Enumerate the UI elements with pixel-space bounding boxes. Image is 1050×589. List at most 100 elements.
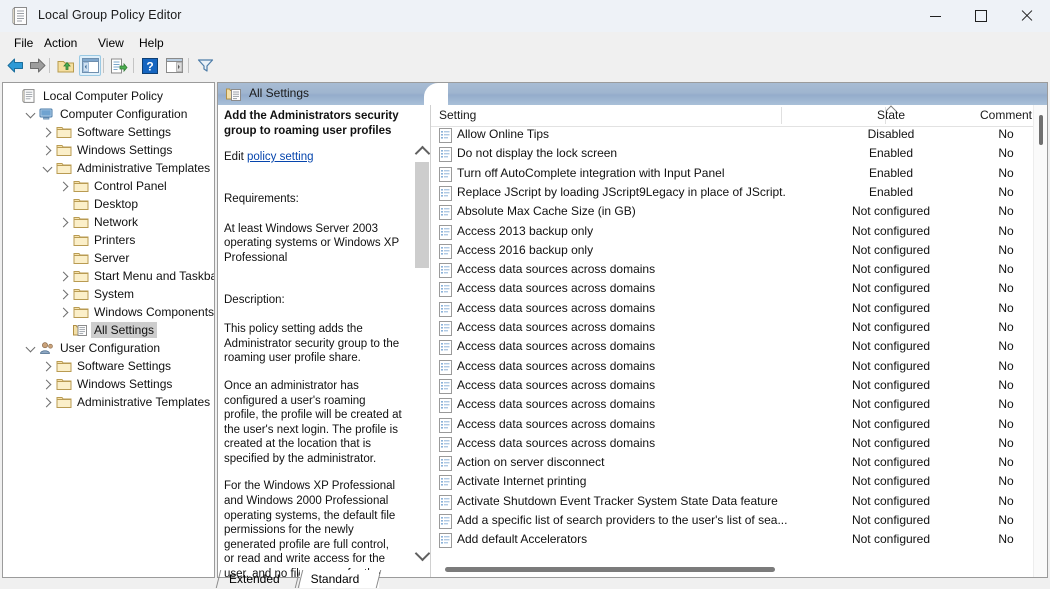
tree-item-label: User Configuration [60, 341, 161, 355]
list-vertical-scrollbar[interactable] [1033, 105, 1047, 577]
console-tree-panel[interactable]: Local Computer Policy Computer Configurat… [2, 82, 215, 578]
tree-item[interactable]: User Configuration [3, 339, 214, 357]
tree-item[interactable]: Network [3, 213, 214, 231]
table-row[interactable]: Replace JScript by loading JScript9Legac… [431, 184, 1047, 203]
menu-item-view[interactable]: View [92, 35, 130, 51]
tab-extended[interactable]: Extended [215, 570, 300, 588]
table-row[interactable]: Access 2016 backup only Not configured No [431, 242, 1047, 261]
chevron-right-icon[interactable] [39, 393, 55, 411]
chevron-right-icon[interactable] [56, 267, 72, 285]
menu-item-action[interactable]: Action [38, 35, 83, 51]
tree-item[interactable]: Windows Components [3, 303, 215, 321]
tree-item[interactable]: Administrative Templates [3, 393, 214, 411]
table-row[interactable]: Activate Shutdown Event Tracker System S… [431, 493, 1047, 512]
table-row[interactable]: Access data sources across domains Not co… [431, 261, 1047, 280]
table-row[interactable]: Turn off AutoComplete integration with I… [431, 165, 1047, 184]
chevron-right-icon[interactable] [39, 357, 55, 375]
maximize-button[interactable] [958, 0, 1004, 32]
column-header-setting[interactable]: Setting [439, 105, 476, 126]
help-button[interactable]: ? [139, 55, 161, 76]
close-button[interactable] [1004, 0, 1050, 32]
minimize-icon [929, 15, 941, 17]
chevron-down-icon[interactable] [22, 105, 38, 123]
column-divider[interactable] [781, 107, 782, 124]
folder-icon [73, 289, 89, 300]
table-row[interactable]: Absolute Max Cache Size (in GB) Not confi… [431, 203, 1047, 222]
table-row[interactable]: Action on server disconnect Not configure… [431, 454, 1047, 473]
tree-item[interactable]: All Settings [3, 321, 214, 339]
table-row[interactable]: Access data sources across domains Not co… [431, 416, 1047, 435]
chevron-right-icon[interactable] [39, 123, 55, 141]
table-row[interactable]: Access data sources across domains Not co… [431, 377, 1047, 396]
tree-item[interactable]: Printers [3, 231, 214, 249]
tree-item[interactable]: Windows Settings [3, 375, 214, 393]
table-row[interactable]: Allow Online Tips Disabled No [431, 126, 1047, 145]
table-row[interactable]: Access data sources across domains Not co… [431, 358, 1047, 377]
tree-item[interactable]: Start Menu and Taskbar [3, 267, 214, 285]
table-row[interactable]: Access data sources across domains Not co… [431, 338, 1047, 357]
action-pane-icon [165, 58, 183, 73]
tab-standard[interactable]: Standard [297, 570, 382, 588]
list-horizontal-scrollbar[interactable] [431, 562, 1047, 577]
description-scrollbar[interactable] [414, 143, 430, 577]
table-row[interactable]: Access 2013 backup only Not configured No [431, 223, 1047, 242]
filter-button[interactable] [194, 55, 216, 76]
up-one-level-button[interactable] [55, 55, 77, 76]
export-list-button[interactable] [108, 55, 130, 76]
scroll-down-button[interactable] [414, 545, 430, 563]
menu-item-file[interactable]: File [8, 35, 39, 51]
tree-item[interactable]: Computer Configuration [3, 105, 214, 123]
scrollbar-thumb[interactable] [445, 567, 775, 572]
chevron-right-icon[interactable] [56, 285, 72, 303]
chevron-right-icon[interactable] [56, 213, 72, 231]
tree-item[interactable]: Windows Settings [3, 141, 214, 159]
chevron-right-icon[interactable] [39, 141, 55, 159]
chevron-right-icon[interactable] [39, 375, 55, 393]
scrollbar-thumb[interactable] [415, 162, 429, 268]
tree-item-label: Windows Components [94, 305, 215, 319]
tab-label: Standard [310, 572, 360, 586]
cell-comment: No [998, 493, 1014, 508]
scrollbar-thumb[interactable] [1039, 115, 1043, 145]
cell-state: Not configured [851, 281, 931, 296]
tree-item[interactable]: Desktop [3, 195, 214, 213]
table-row[interactable]: Add default Accelerators Not configured No [431, 531, 1047, 550]
chevron-right-icon[interactable] [56, 303, 72, 321]
requirements-label: Requirements: [224, 193, 299, 206]
table-row[interactable]: Activate Internet printing Not configured… [431, 473, 1047, 492]
chevron-down-icon[interactable] [39, 159, 55, 177]
show-hide-action-pane-button[interactable] [163, 55, 185, 76]
show-hide-console-tree-button[interactable] [79, 55, 101, 76]
chevron-right-icon[interactable] [56, 177, 72, 195]
table-row[interactable]: Access data sources across domains Not co… [431, 435, 1047, 454]
policy-setting-icon [439, 282, 452, 298]
chevron-down-icon[interactable] [22, 339, 38, 357]
scroll-up-button[interactable] [414, 143, 430, 161]
tree-item[interactable]: System [3, 285, 214, 303]
column-divider[interactable] [885, 107, 886, 124]
policy-setting-link[interactable]: policy setting [247, 151, 313, 163]
table-row[interactable]: Access data sources across domains Not co… [431, 300, 1047, 319]
column-header-comment[interactable]: Comment [971, 105, 1041, 126]
tree-item-label: Control Panel [94, 179, 167, 193]
menu-item-help[interactable]: Help [133, 35, 170, 51]
table-row[interactable]: Add a specific list of search providers … [431, 512, 1047, 531]
minimize-button[interactable] [912, 0, 958, 32]
tree-item[interactable]: Server [3, 249, 214, 267]
settings-list[interactable]: Setting State Comment Allow Online Tips D… [431, 105, 1047, 577]
table-row[interactable]: Do not display the lock screen Enabled No [431, 145, 1047, 164]
folder-icon [73, 199, 89, 210]
back-button[interactable] [4, 55, 26, 76]
cell-comment: No [998, 532, 1014, 547]
forward-button[interactable] [26, 55, 48, 76]
tree-item[interactable]: Software Settings [3, 123, 214, 141]
console-tree-icon [81, 58, 99, 73]
table-row[interactable]: Access data sources across domains Not co… [431, 319, 1047, 338]
table-row[interactable]: Access data sources across domains Not co… [431, 396, 1047, 415]
tree-item[interactable]: Administrative Templates [3, 159, 214, 177]
tree-item[interactable]: Control Panel [3, 177, 214, 195]
tree-item-label: System [94, 287, 135, 301]
tree-item[interactable]: Software Settings [3, 357, 214, 375]
table-row[interactable]: Access data sources across domains Not co… [431, 280, 1047, 299]
tree-item[interactable]: Local Computer Policy [3, 87, 214, 105]
